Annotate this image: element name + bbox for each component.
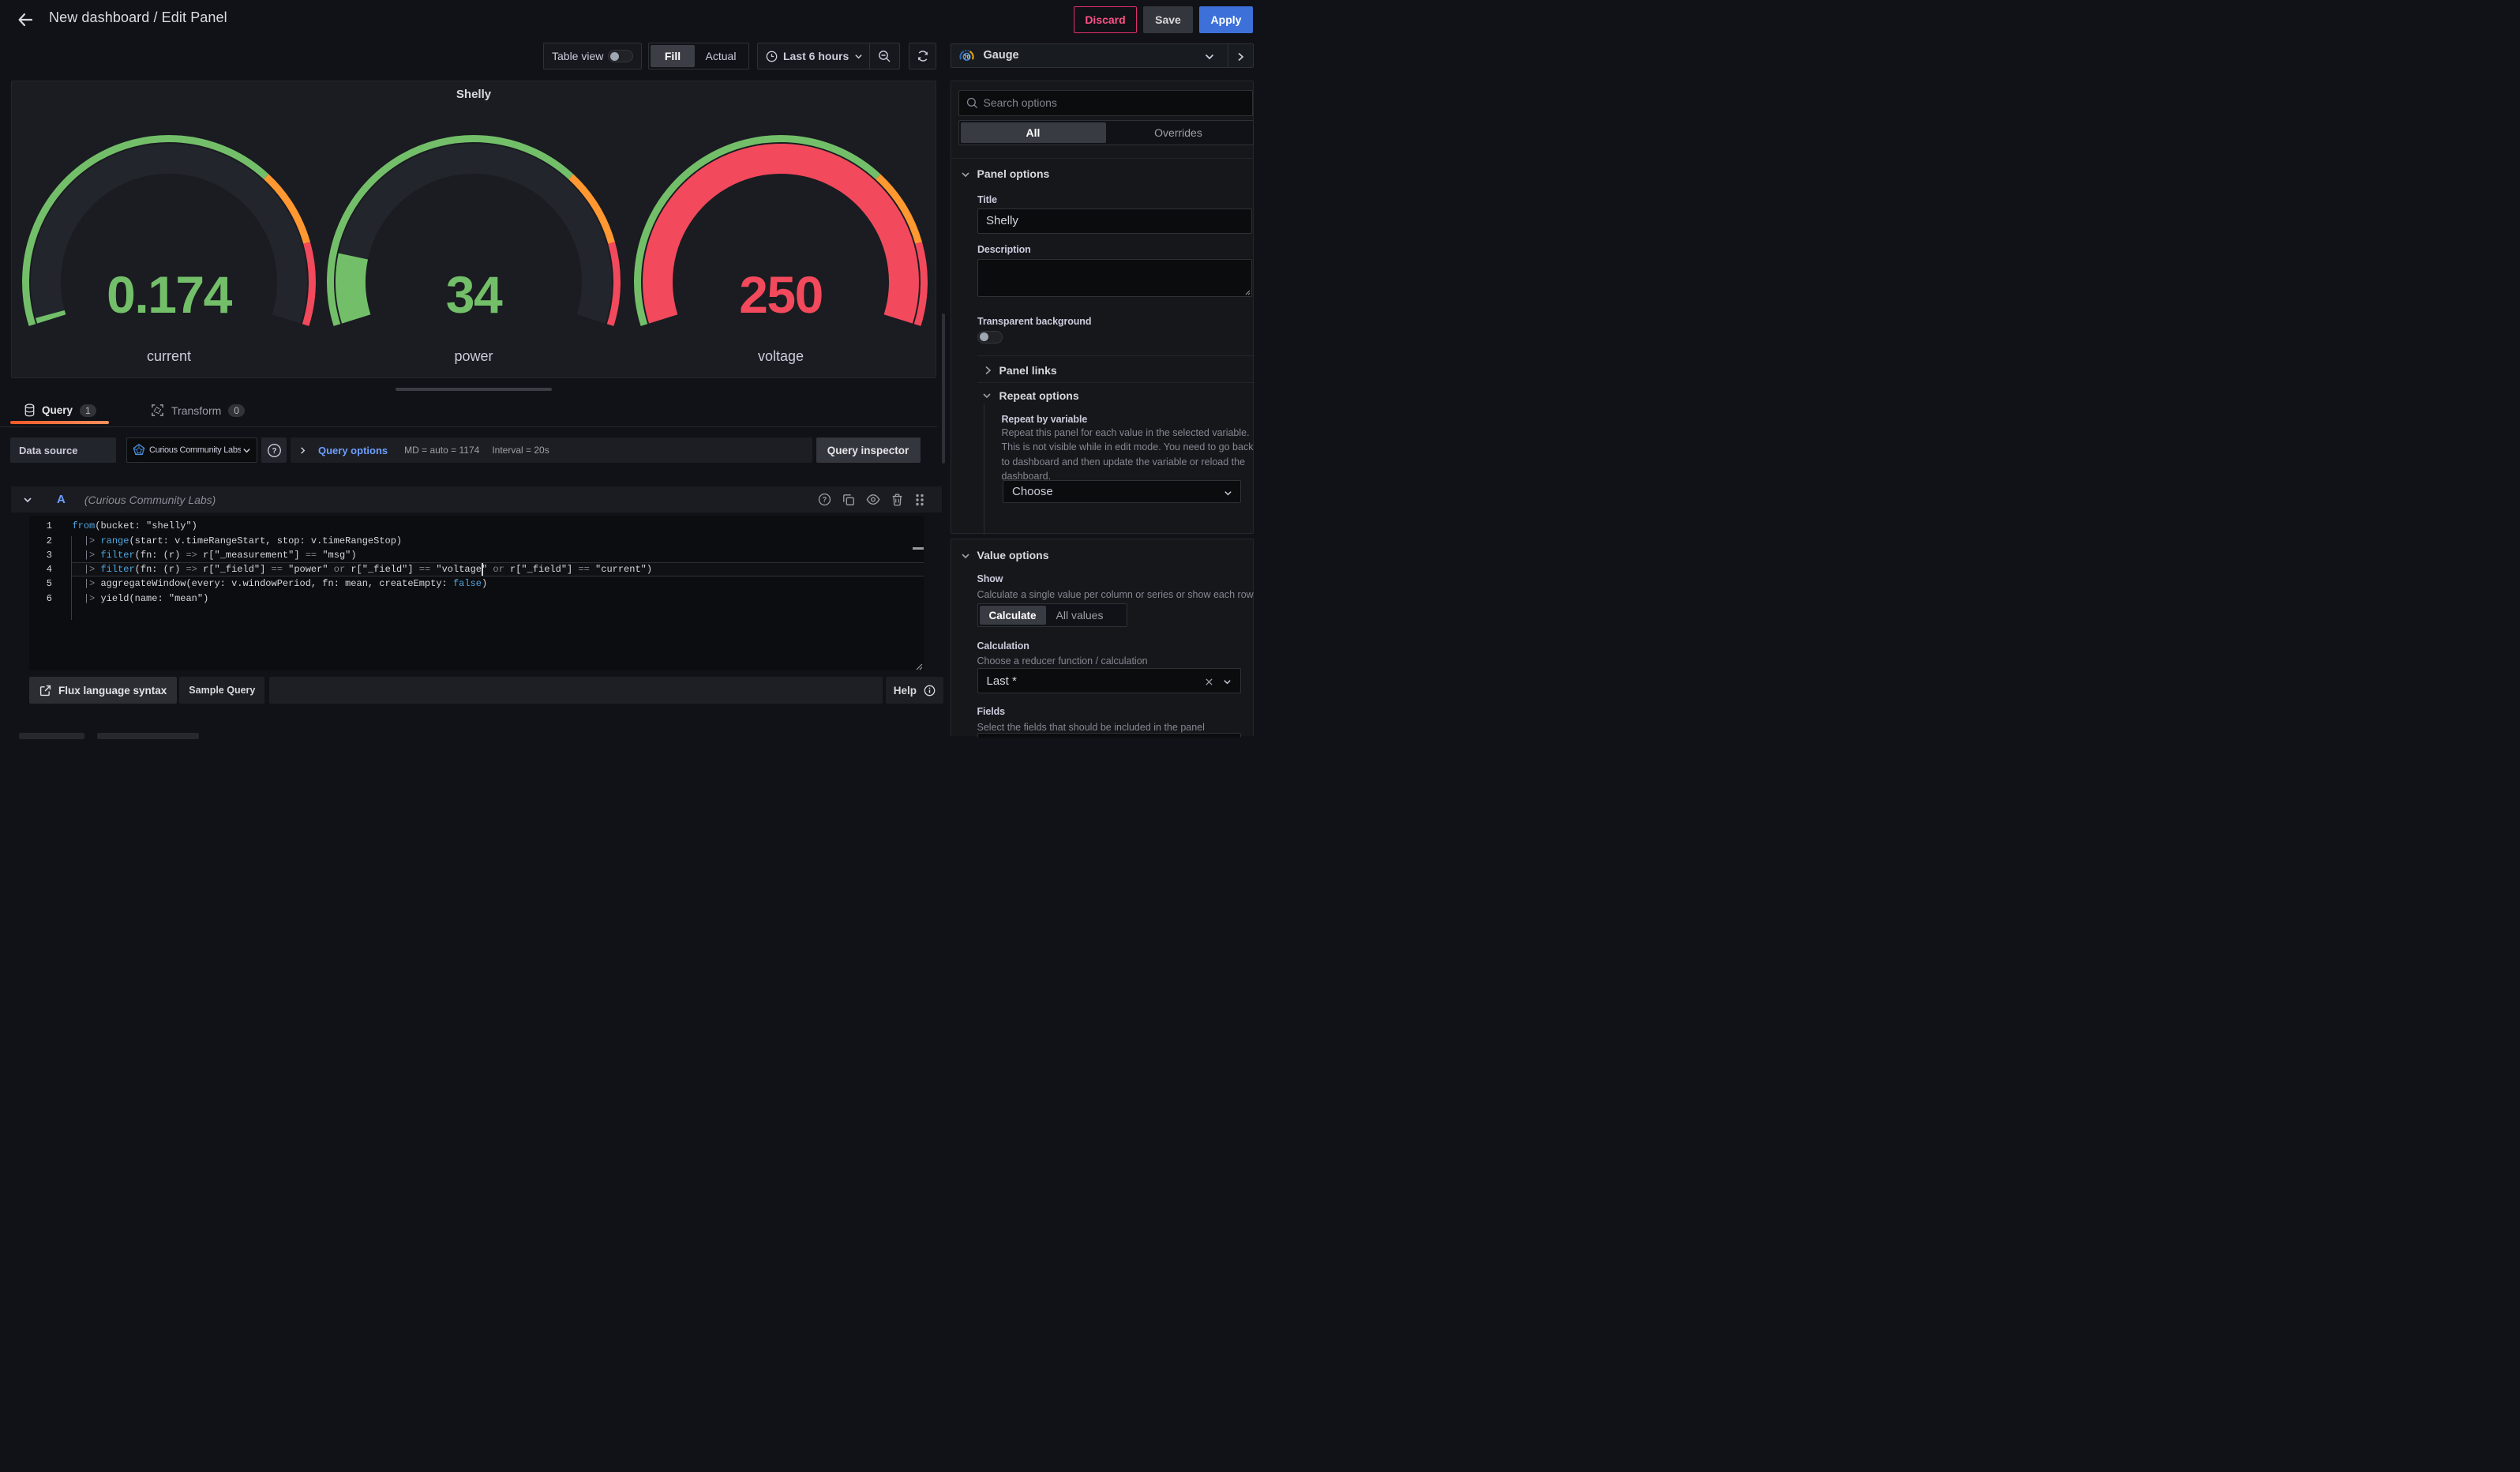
svg-text:?: ? <box>822 496 826 504</box>
svg-text:70: 70 <box>963 55 969 61</box>
svg-text:?: ? <box>272 447 276 456</box>
